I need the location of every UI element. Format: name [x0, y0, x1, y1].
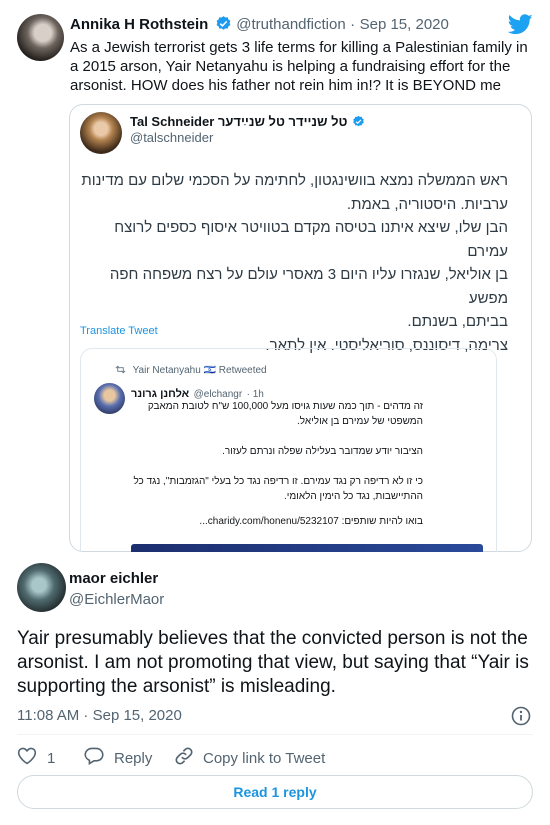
reply-icon [84, 746, 104, 770]
info-icon[interactable] [511, 706, 531, 731]
read-replies-label: Read 1 reply [233, 784, 317, 800]
text-line: בן אוליאל, שנגזרו עליו היום 3 מאסרי עולם… [109, 266, 508, 307]
text-line: ערביות. היסטוריה, באמת. [346, 195, 508, 213]
verified-badge-icon [215, 15, 232, 37]
reply-text: Yair presumably believes that the convic… [17, 628, 529, 697]
like-button[interactable]: 1 [17, 746, 55, 770]
avatar[interactable] [17, 563, 66, 612]
text-line: המשפטי של עמירם בן אוליאל. [297, 416, 423, 427]
copy-link-button[interactable]: Copy link to Tweet [174, 746, 325, 771]
author-handle[interactable]: @truthandfiction [236, 16, 345, 33]
text-line: ההתיישבות, נגד כל הימין הלאומי. [283, 491, 423, 502]
translate-tweet-link[interactable]: Translate Tweet [80, 325, 158, 337]
retweet-icon [115, 365, 126, 377]
reply-button[interactable]: Reply [84, 746, 152, 770]
heart-icon [17, 746, 37, 770]
author-handle[interactable]: @talschneider [130, 130, 213, 145]
text-line: הציבור יודע שמדובר בעלילה שפלה ונרתם לעז… [222, 446, 423, 457]
retweeted-by: Yair Netanyahu 🇮🇱 Retweeted [132, 365, 267, 376]
author-handle[interactable]: @EichlerMaor [69, 591, 164, 608]
verified-badge-icon [352, 115, 365, 133]
tweet-timestamp[interactable]: 11:08 AM · Sep 15, 2020 [17, 707, 182, 724]
author-name[interactable]: Tal Schneider טל שניידר טל שנײַדער [130, 114, 348, 129]
link-icon [174, 746, 194, 771]
text-line: זה מדהים - תוך כמה שעות גויסו מעל 100,00… [147, 401, 423, 412]
reply-label: Reply [114, 749, 153, 767]
divider [17, 734, 533, 735]
retweet-text: זה מדהים - תוך כמה שעות גויסו מעל 100,00… [87, 399, 423, 529]
retweet-card[interactable]: Yair Netanyahu 🇮🇱 Retweeted אלחנן גרונר … [80, 348, 497, 552]
author-name[interactable]: Annika H Rothstein [70, 16, 208, 33]
like-count: 1 [47, 749, 56, 767]
text-line: הבן שלו, שיצא איתנו בטיסה מקדם בטוויטר א… [114, 219, 508, 260]
tweet-text: As a Jewish terrorist gets 3 life terms … [70, 39, 528, 94]
read-replies-button[interactable]: Read 1 reply [17, 775, 533, 809]
twitter-logo-icon[interactable] [507, 14, 533, 40]
text-line[interactable]: בואו להיות שותפים: charidy.com/honenu/52… [87, 514, 423, 529]
avatar[interactable] [80, 112, 122, 154]
avatar[interactable] [17, 14, 64, 61]
author-name[interactable]: maor eichler [69, 570, 158, 587]
quoted-tweet[interactable]: Tal Schneider טל שניידר טל שנײַדער @tals… [69, 104, 532, 552]
separator: · [350, 16, 356, 33]
tweet-date[interactable]: Sep 15, 2020 [360, 16, 449, 33]
text-line: כי זו לא רדיפה רק נגד עמירם. זו רדיפה נג… [133, 476, 423, 487]
link-preview-image[interactable] [131, 544, 483, 552]
text-line: ראש הממשלה נמצא בוושינגטון, לחתימה על הס… [81, 172, 508, 189]
copy-link-label: Copy link to Tweet [203, 750, 326, 767]
